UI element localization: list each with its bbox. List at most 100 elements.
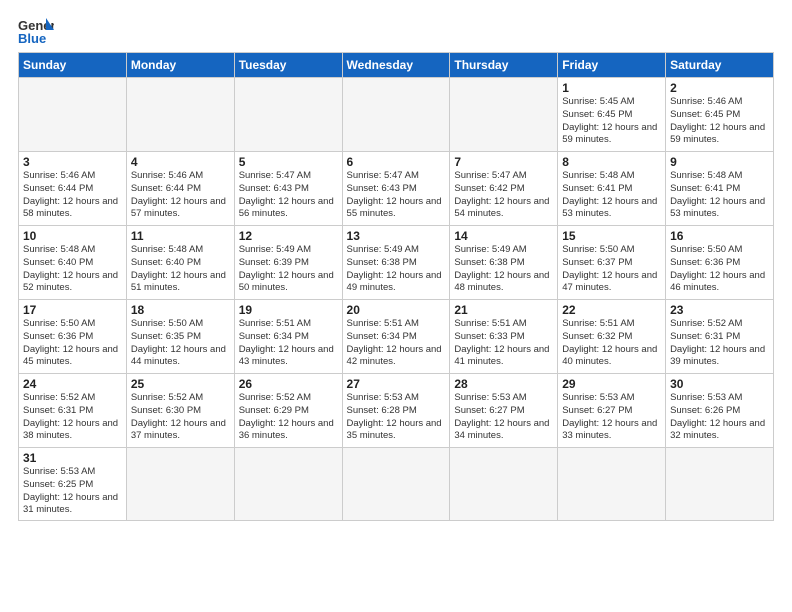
day-detail: Sunrise: 5:51 AM Sunset: 6:34 PM Dayligh… bbox=[239, 318, 338, 369]
week-row-3: 17Sunrise: 5:50 AM Sunset: 6:36 PM Dayli… bbox=[19, 300, 774, 374]
day-detail: Sunrise: 5:52 AM Sunset: 6:31 PM Dayligh… bbox=[670, 318, 769, 369]
week-row-4: 24Sunrise: 5:52 AM Sunset: 6:31 PM Dayli… bbox=[19, 374, 774, 448]
day-cell bbox=[19, 78, 127, 152]
day-cell: 6Sunrise: 5:47 AM Sunset: 6:43 PM Daylig… bbox=[342, 152, 450, 226]
day-cell: 13Sunrise: 5:49 AM Sunset: 6:38 PM Dayli… bbox=[342, 226, 450, 300]
day-cell bbox=[234, 448, 342, 521]
day-cell bbox=[450, 78, 558, 152]
col-header-thursday: Thursday bbox=[450, 53, 558, 78]
day-detail: Sunrise: 5:51 AM Sunset: 6:34 PM Dayligh… bbox=[347, 318, 446, 369]
day-detail: Sunrise: 5:49 AM Sunset: 6:38 PM Dayligh… bbox=[454, 244, 553, 295]
day-number: 9 bbox=[670, 155, 769, 169]
day-detail: Sunrise: 5:50 AM Sunset: 6:35 PM Dayligh… bbox=[131, 318, 230, 369]
calendar-table: SundayMondayTuesdayWednesdayThursdayFrid… bbox=[18, 52, 774, 521]
day-cell: 29Sunrise: 5:53 AM Sunset: 6:27 PM Dayli… bbox=[558, 374, 666, 448]
day-number: 7 bbox=[454, 155, 553, 169]
day-cell: 8Sunrise: 5:48 AM Sunset: 6:41 PM Daylig… bbox=[558, 152, 666, 226]
day-detail: Sunrise: 5:53 AM Sunset: 6:25 PM Dayligh… bbox=[23, 466, 122, 517]
day-number: 19 bbox=[239, 303, 338, 317]
day-number: 6 bbox=[347, 155, 446, 169]
day-number: 2 bbox=[670, 81, 769, 95]
day-number: 16 bbox=[670, 229, 769, 243]
day-detail: Sunrise: 5:51 AM Sunset: 6:32 PM Dayligh… bbox=[562, 318, 661, 369]
day-cell: 15Sunrise: 5:50 AM Sunset: 6:37 PM Dayli… bbox=[558, 226, 666, 300]
header: General Blue bbox=[18, 16, 774, 46]
logo: General Blue bbox=[18, 16, 54, 46]
day-number: 8 bbox=[562, 155, 661, 169]
day-cell bbox=[342, 78, 450, 152]
day-detail: Sunrise: 5:48 AM Sunset: 6:40 PM Dayligh… bbox=[131, 244, 230, 295]
day-detail: Sunrise: 5:47 AM Sunset: 6:42 PM Dayligh… bbox=[454, 170, 553, 221]
day-number: 22 bbox=[562, 303, 661, 317]
day-cell: 27Sunrise: 5:53 AM Sunset: 6:28 PM Dayli… bbox=[342, 374, 450, 448]
day-number: 3 bbox=[23, 155, 122, 169]
day-detail: Sunrise: 5:53 AM Sunset: 6:26 PM Dayligh… bbox=[670, 392, 769, 443]
day-cell: 16Sunrise: 5:50 AM Sunset: 6:36 PM Dayli… bbox=[666, 226, 774, 300]
day-cell: 19Sunrise: 5:51 AM Sunset: 6:34 PM Dayli… bbox=[234, 300, 342, 374]
day-cell: 12Sunrise: 5:49 AM Sunset: 6:39 PM Dayli… bbox=[234, 226, 342, 300]
day-cell: 26Sunrise: 5:52 AM Sunset: 6:29 PM Dayli… bbox=[234, 374, 342, 448]
day-detail: Sunrise: 5:52 AM Sunset: 6:29 PM Dayligh… bbox=[239, 392, 338, 443]
day-cell bbox=[126, 78, 234, 152]
day-cell: 31Sunrise: 5:53 AM Sunset: 6:25 PM Dayli… bbox=[19, 448, 127, 521]
day-detail: Sunrise: 5:50 AM Sunset: 6:37 PM Dayligh… bbox=[562, 244, 661, 295]
day-cell bbox=[450, 448, 558, 521]
day-detail: Sunrise: 5:50 AM Sunset: 6:36 PM Dayligh… bbox=[670, 244, 769, 295]
day-number: 18 bbox=[131, 303, 230, 317]
day-cell: 10Sunrise: 5:48 AM Sunset: 6:40 PM Dayli… bbox=[19, 226, 127, 300]
day-number: 10 bbox=[23, 229, 122, 243]
day-number: 17 bbox=[23, 303, 122, 317]
day-number: 31 bbox=[23, 451, 122, 465]
day-cell: 7Sunrise: 5:47 AM Sunset: 6:42 PM Daylig… bbox=[450, 152, 558, 226]
day-cell: 28Sunrise: 5:53 AM Sunset: 6:27 PM Dayli… bbox=[450, 374, 558, 448]
day-detail: Sunrise: 5:52 AM Sunset: 6:31 PM Dayligh… bbox=[23, 392, 122, 443]
day-cell: 3Sunrise: 5:46 AM Sunset: 6:44 PM Daylig… bbox=[19, 152, 127, 226]
logo-icon: General Blue bbox=[18, 16, 54, 46]
day-number: 30 bbox=[670, 377, 769, 391]
col-header-monday: Monday bbox=[126, 53, 234, 78]
day-cell bbox=[234, 78, 342, 152]
day-cell: 1Sunrise: 5:45 AM Sunset: 6:45 PM Daylig… bbox=[558, 78, 666, 152]
day-cell: 20Sunrise: 5:51 AM Sunset: 6:34 PM Dayli… bbox=[342, 300, 450, 374]
day-cell: 2Sunrise: 5:46 AM Sunset: 6:45 PM Daylig… bbox=[666, 78, 774, 152]
day-number: 5 bbox=[239, 155, 338, 169]
day-number: 26 bbox=[239, 377, 338, 391]
col-header-tuesday: Tuesday bbox=[234, 53, 342, 78]
day-detail: Sunrise: 5:47 AM Sunset: 6:43 PM Dayligh… bbox=[239, 170, 338, 221]
day-cell: 9Sunrise: 5:48 AM Sunset: 6:41 PM Daylig… bbox=[666, 152, 774, 226]
day-cell bbox=[558, 448, 666, 521]
day-cell: 18Sunrise: 5:50 AM Sunset: 6:35 PM Dayli… bbox=[126, 300, 234, 374]
calendar-page: General Blue SundayMondayTuesdayWednesda… bbox=[0, 0, 792, 531]
day-detail: Sunrise: 5:53 AM Sunset: 6:27 PM Dayligh… bbox=[562, 392, 661, 443]
col-header-saturday: Saturday bbox=[666, 53, 774, 78]
col-header-wednesday: Wednesday bbox=[342, 53, 450, 78]
day-detail: Sunrise: 5:52 AM Sunset: 6:30 PM Dayligh… bbox=[131, 392, 230, 443]
day-number: 4 bbox=[131, 155, 230, 169]
day-detail: Sunrise: 5:48 AM Sunset: 6:41 PM Dayligh… bbox=[670, 170, 769, 221]
day-number: 23 bbox=[670, 303, 769, 317]
day-cell: 4Sunrise: 5:46 AM Sunset: 6:44 PM Daylig… bbox=[126, 152, 234, 226]
day-detail: Sunrise: 5:47 AM Sunset: 6:43 PM Dayligh… bbox=[347, 170, 446, 221]
day-cell: 17Sunrise: 5:50 AM Sunset: 6:36 PM Dayli… bbox=[19, 300, 127, 374]
day-detail: Sunrise: 5:48 AM Sunset: 6:40 PM Dayligh… bbox=[23, 244, 122, 295]
day-number: 28 bbox=[454, 377, 553, 391]
day-detail: Sunrise: 5:46 AM Sunset: 6:45 PM Dayligh… bbox=[670, 96, 769, 147]
col-header-friday: Friday bbox=[558, 53, 666, 78]
col-header-sunday: Sunday bbox=[19, 53, 127, 78]
day-number: 24 bbox=[23, 377, 122, 391]
day-cell bbox=[126, 448, 234, 521]
day-cell bbox=[342, 448, 450, 521]
day-cell: 21Sunrise: 5:51 AM Sunset: 6:33 PM Dayli… bbox=[450, 300, 558, 374]
day-cell: 14Sunrise: 5:49 AM Sunset: 6:38 PM Dayli… bbox=[450, 226, 558, 300]
day-number: 21 bbox=[454, 303, 553, 317]
day-detail: Sunrise: 5:49 AM Sunset: 6:38 PM Dayligh… bbox=[347, 244, 446, 295]
day-number: 20 bbox=[347, 303, 446, 317]
day-cell: 30Sunrise: 5:53 AM Sunset: 6:26 PM Dayli… bbox=[666, 374, 774, 448]
day-detail: Sunrise: 5:48 AM Sunset: 6:41 PM Dayligh… bbox=[562, 170, 661, 221]
day-cell: 24Sunrise: 5:52 AM Sunset: 6:31 PM Dayli… bbox=[19, 374, 127, 448]
week-row-2: 10Sunrise: 5:48 AM Sunset: 6:40 PM Dayli… bbox=[19, 226, 774, 300]
day-cell: 5Sunrise: 5:47 AM Sunset: 6:43 PM Daylig… bbox=[234, 152, 342, 226]
day-cell: 25Sunrise: 5:52 AM Sunset: 6:30 PM Dayli… bbox=[126, 374, 234, 448]
day-detail: Sunrise: 5:49 AM Sunset: 6:39 PM Dayligh… bbox=[239, 244, 338, 295]
week-row-0: 1Sunrise: 5:45 AM Sunset: 6:45 PM Daylig… bbox=[19, 78, 774, 152]
